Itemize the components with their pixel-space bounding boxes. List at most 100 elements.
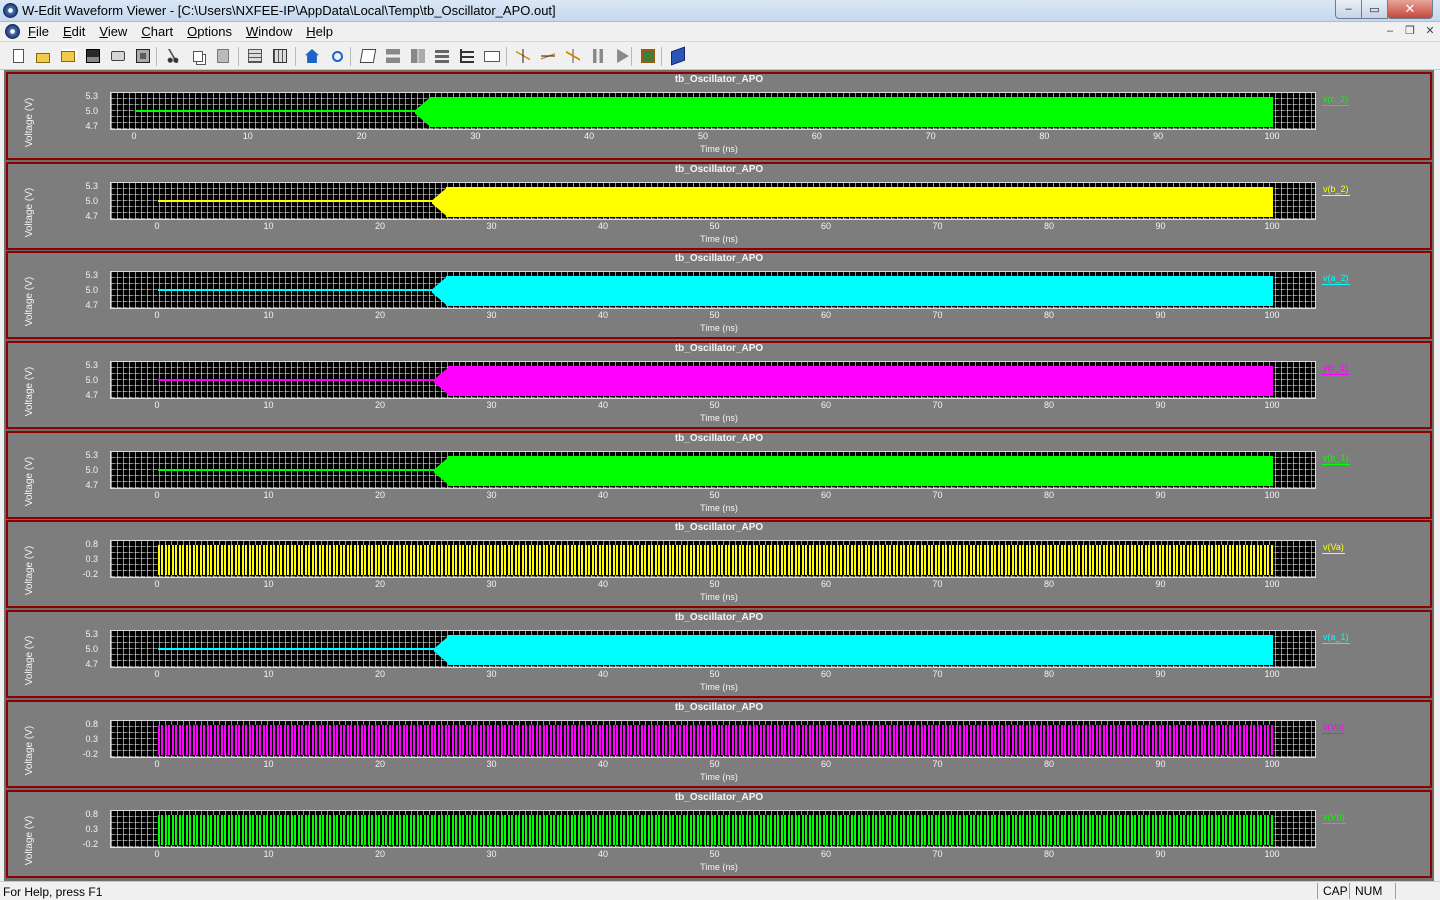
maximize-button[interactable]: ▭ — [1361, 0, 1388, 19]
x-tick-label: 70 — [932, 221, 943, 231]
menu-label: dit — [71, 24, 86, 39]
save-button[interactable] — [83, 47, 103, 65]
x-tick-label: 90 — [1155, 400, 1166, 410]
plot-area[interactable] — [110, 540, 1316, 578]
fit-button[interactable] — [457, 47, 477, 65]
app-icon[interactable] — [3, 3, 18, 18]
plot-area[interactable] — [110, 630, 1316, 668]
chart-area[interactable]: tb_Oscillator_APO Voltage (V) 5.3 5.0 4.7 0 10… — [4, 70, 1434, 881]
y-tick-label: 0.3 — [85, 824, 98, 834]
vertical-cursor-button[interactable] — [513, 47, 533, 65]
document-icon[interactable] — [5, 24, 20, 39]
x-tick-label: 40 — [597, 849, 608, 859]
waveform-panel[interactable]: tb_Oscillator_APO Voltage (V) 0.8 0.3 -0.2 0 1… — [6, 790, 1432, 878]
tile-vertical-icon — [273, 49, 287, 63]
export-image-button[interactable] — [133, 47, 153, 65]
paste-button[interactable] — [213, 47, 233, 65]
x-tick-label: 100 — [1264, 310, 1280, 320]
menu-file[interactable]: File — [28, 24, 49, 39]
help-book-button[interactable] — [668, 46, 688, 66]
x-tick-label: 0 — [154, 669, 160, 679]
x-tick-label: 30 — [470, 131, 481, 141]
arrange-button[interactable] — [432, 47, 452, 65]
waveform-panel[interactable]: tb_Oscillator_APO Voltage (V) 0.8 0.3 -0.2 0 1… — [6, 700, 1432, 788]
legend-entry[interactable]: v(Va) — [1322, 542, 1345, 554]
y-tick-label: 0.3 — [85, 554, 98, 564]
x-tick-label: 100 — [1264, 490, 1280, 500]
waveform-panel[interactable]: tb_Oscillator_APO Voltage (V) 5.3 5.0 4.7 0 10… — [6, 251, 1432, 339]
menu-options[interactable]: Options — [187, 24, 232, 39]
menu-help[interactable]: Help — [306, 24, 333, 39]
legend-entry[interactable]: v(Vc) — [1322, 722, 1345, 734]
x-tick-label: 50 — [709, 579, 720, 589]
menu-window[interactable]: Window — [246, 24, 292, 39]
legend-entry[interactable]: v(a_1) — [1322, 632, 1350, 644]
mdi-restore-button[interactable]: ❐ — [1402, 24, 1418, 38]
chart-image-button[interactable] — [638, 47, 658, 65]
xy-cursor-button[interactable] — [563, 47, 583, 65]
home-button[interactable] — [302, 47, 322, 65]
xy-cursor-icon — [566, 49, 580, 63]
plot-area[interactable] — [110, 182, 1316, 220]
copy-button[interactable] — [188, 47, 208, 65]
waveform-panel[interactable]: tb_Oscillator_APO Voltage (V) 5.3 5.0 4.7 0 10… — [6, 341, 1432, 429]
chart-title: tb_Oscillator_APO — [674, 522, 764, 533]
pause-button[interactable] — [588, 47, 608, 65]
tile-vertical-button[interactable] — [270, 47, 290, 65]
plot-area[interactable] — [110, 271, 1316, 309]
y-tick-label: 5.0 — [85, 465, 98, 475]
y-axis-label: Voltage (V) — [24, 456, 36, 506]
y-axis-label: Voltage (V) — [24, 725, 36, 775]
cut-button[interactable] — [163, 47, 183, 65]
waveform-panel[interactable]: tb_Oscillator_APO Voltage (V) 5.3 5.0 4.7 0 10… — [6, 431, 1432, 519]
legend-entry[interactable]: v(b_1) — [1322, 453, 1350, 465]
edit-chart-button[interactable] — [358, 47, 378, 65]
tile-horizontal-button[interactable] — [245, 47, 265, 65]
legend-entry[interactable]: v(a_2) — [1322, 273, 1350, 285]
legend-entry[interactable]: v(b_2) — [1322, 184, 1350, 196]
trace-line — [158, 648, 436, 650]
x-tick-label: 50 — [709, 400, 720, 410]
open-button[interactable] — [33, 47, 53, 65]
y-axis-label-wrapper: Voltage (V) — [10, 810, 50, 870]
waveform-panel[interactable]: tb_Oscillator_APO Voltage (V) 5.3 5.0 4.7 0 10… — [6, 72, 1432, 160]
y-tick-label: 4.7 — [85, 659, 98, 669]
x-tick-label: 30 — [486, 221, 497, 231]
text-label-button[interactable] — [482, 47, 502, 65]
zoom-button[interactable] — [327, 47, 347, 65]
horizontal-cursor-button[interactable] — [538, 47, 558, 65]
x-tick-label: 0 — [154, 310, 160, 320]
trace-line — [158, 289, 434, 291]
legend-entry[interactable]: v(c_1) — [1322, 363, 1350, 375]
chart-title: tb_Oscillator_APO — [674, 792, 764, 803]
menu-chart[interactable]: Chart — [141, 24, 173, 39]
plot-area[interactable] — [110, 451, 1316, 489]
waveform-panel[interactable]: tb_Oscillator_APO Voltage (V) 0.8 0.3 -0.2 0 1… — [6, 520, 1432, 608]
minimize-button[interactable]: – — [1335, 0, 1362, 19]
plot-area[interactable] — [110, 720, 1316, 758]
menu-view[interactable]: View — [99, 24, 127, 39]
trace-oscillation — [445, 276, 1273, 306]
new-button[interactable] — [8, 47, 28, 65]
waveform-panel[interactable]: tb_Oscillator_APO Voltage (V) 5.3 5.0 4.7 0 10… — [6, 162, 1432, 250]
waveform-panel[interactable]: tb_Oscillator_APO Voltage (V) 5.3 5.0 4.7 0 10… — [6, 610, 1432, 698]
play-button[interactable] — [612, 47, 632, 65]
toolbar-separator — [631, 47, 632, 66]
mdi-minimize-button[interactable]: – — [1382, 24, 1398, 38]
y-axis-label: Voltage (V) — [24, 187, 36, 237]
menu-edit[interactable]: Edit — [63, 24, 85, 39]
mdi-close-button[interactable]: ✕ — [1422, 24, 1438, 38]
plot-area[interactable] — [110, 810, 1316, 848]
x-tick-label: 50 — [709, 849, 720, 859]
x-tick-label: 90 — [1153, 131, 1164, 141]
plot-area[interactable] — [110, 92, 1316, 130]
plot-area[interactable] — [110, 361, 1316, 399]
legend-entry[interactable]: v(Vb) — [1322, 812, 1346, 824]
print-button[interactable] — [108, 47, 128, 65]
stack-button[interactable] — [383, 47, 403, 65]
open-folder-button[interactable] — [58, 47, 78, 65]
close-button[interactable]: ✕ — [1387, 0, 1433, 19]
legend-entry[interactable]: v(c_2) — [1322, 94, 1350, 106]
x-tick-label: 90 — [1155, 579, 1166, 589]
stack-alt-button[interactable] — [408, 47, 428, 65]
